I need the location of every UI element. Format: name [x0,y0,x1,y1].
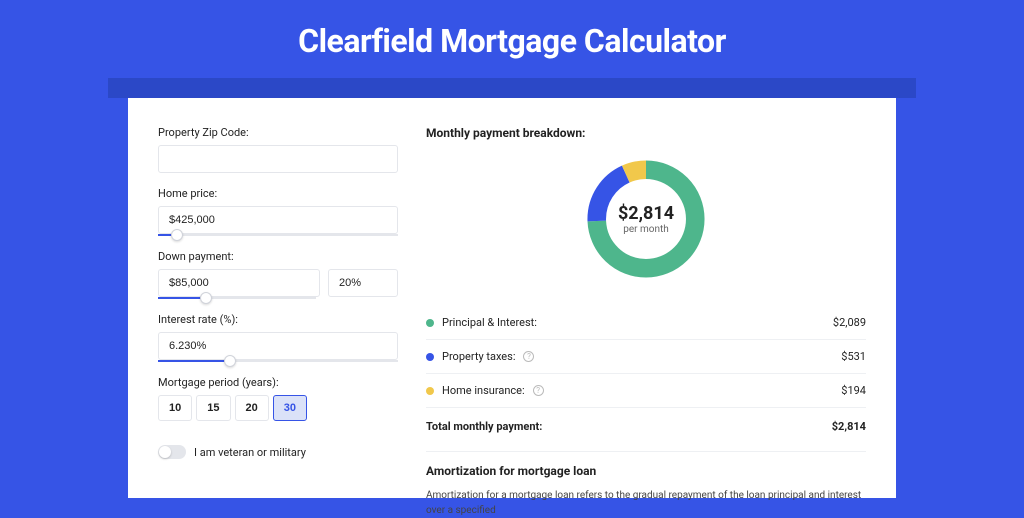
legend-total-value: $2,814 [832,420,866,433]
zip-field-group: Property Zip Code: [158,126,398,173]
downpayment-slider-fill [158,297,206,299]
page-title: Clearfield Mortgage Calculator [0,0,1024,78]
price-input[interactable] [158,206,398,234]
legend-label-principal: Principal & Interest: [442,316,537,329]
legend-row-principal: Principal & Interest: $2,089 [426,306,866,340]
legend-row-taxes: Property taxes: ? $531 [426,340,866,374]
price-slider-thumb[interactable] [171,229,183,241]
period-btn-10[interactable]: 10 [158,395,192,421]
dot-taxes [426,353,434,361]
legend-label-insurance: Home insurance: [442,384,525,397]
veteran-toggle[interactable] [158,445,186,459]
zip-input[interactable] [158,145,398,173]
header-band [108,78,916,98]
period-btn-30[interactable]: 30 [273,395,307,421]
downpayment-percent-input[interactable] [328,269,398,297]
veteran-toggle-knob [159,446,171,458]
period-options: 10 15 20 30 [158,395,398,421]
legend-total-label: Total monthly payment: [426,420,542,433]
downpayment-field-group: Down payment: [158,250,398,299]
donut-amount: $2,814 [618,203,674,224]
donut-center: $2,814 per month [581,154,711,284]
amortization-title: Amortization for mortgage loan [426,464,866,478]
breakdown-title: Monthly payment breakdown: [426,126,866,140]
legend-value-insurance: $194 [841,384,866,397]
period-field-group: Mortgage period (years): 10 15 20 30 [158,376,398,421]
veteran-toggle-label: I am veteran or military [194,446,306,459]
downpayment-amount-input[interactable] [158,269,320,297]
rate-input[interactable] [158,332,398,360]
price-slider[interactable] [158,234,398,236]
rate-slider-thumb[interactable] [224,355,236,367]
amortization-section: Amortization for mortgage loan Amortizat… [426,451,866,518]
donut-chart: $2,814 per month [581,154,711,284]
legend-row-insurance: Home insurance: ? $194 [426,374,866,408]
donut-sub: per month [623,224,669,235]
info-icon[interactable]: ? [533,385,544,396]
downpayment-slider[interactable] [158,297,316,299]
period-btn-20[interactable]: 20 [235,395,269,421]
period-btn-15[interactable]: 15 [196,395,230,421]
legend-total-row: Total monthly payment: $2,814 [426,408,866,451]
price-label: Home price: [158,187,398,200]
breakdown-column: Monthly payment breakdown: $2,814 per mo… [426,126,866,498]
veteran-toggle-row: I am veteran or military [158,445,398,459]
legend-label-taxes: Property taxes: [442,350,515,363]
rate-field-group: Interest rate (%): [158,313,398,362]
legend-value-principal: $2,089 [833,316,866,329]
period-label: Mortgage period (years): [158,376,398,389]
dot-principal [426,319,434,327]
zip-label: Property Zip Code: [158,126,398,139]
rate-slider-fill [158,360,230,362]
rate-slider[interactable] [158,360,398,362]
info-icon[interactable]: ? [523,351,534,362]
calculator-card: Property Zip Code: Home price: Down paym… [128,98,896,498]
input-column: Property Zip Code: Home price: Down paym… [158,126,398,498]
rate-label: Interest rate (%): [158,313,398,326]
legend-value-taxes: $531 [841,350,866,363]
price-field-group: Home price: [158,187,398,236]
donut-chart-wrap: $2,814 per month [426,154,866,284]
amortization-text: Amortization for a mortgage loan refers … [426,488,866,518]
downpayment-label: Down payment: [158,250,398,263]
dot-insurance [426,387,434,395]
downpayment-slider-thumb[interactable] [200,292,212,304]
